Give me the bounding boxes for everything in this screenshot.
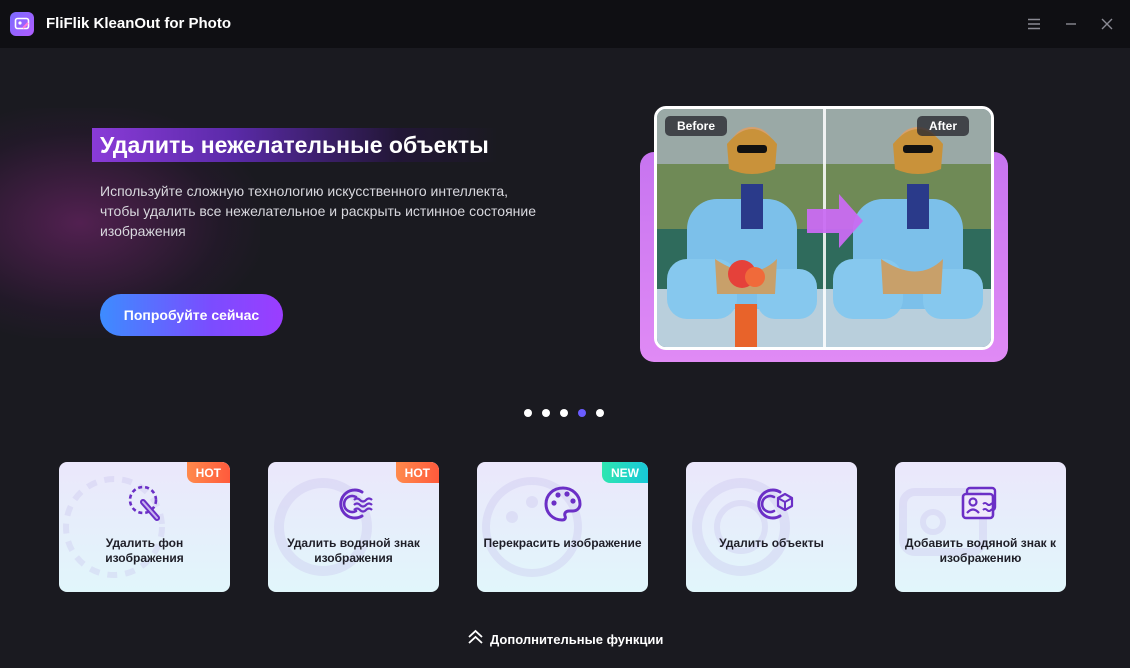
main-area: Удалить нежелательные объекты Используйт… <box>0 48 1130 668</box>
carousel-dot-2[interactable] <box>542 409 550 417</box>
new-badge: NEW <box>602 462 648 483</box>
minimize-icon[interactable] <box>1059 12 1083 36</box>
feature-card-remove-background[interactable]: HOT Удалить фон изображения <box>59 462 230 592</box>
close-icon[interactable] <box>1095 12 1119 36</box>
card-label: Удалить объекты <box>719 536 824 550</box>
try-now-button[interactable]: Попробуйте сейчас <box>100 294 283 336</box>
carousel-dot-3[interactable] <box>560 409 568 417</box>
watermark-wave-icon <box>332 482 376 526</box>
eraser-brush-icon <box>123 482 167 526</box>
after-tag: After <box>917 116 970 136</box>
object-cube-icon <box>750 482 794 526</box>
hero-title-banner: Удалить нежелательные объекты <box>92 128 499 162</box>
app-logo-icon <box>10 12 34 36</box>
more-features-label: Дополнительные функции <box>490 631 664 647</box>
carousel-dot-5[interactable] <box>596 409 604 417</box>
hero-title: Удалить нежелательные объекты <box>100 131 489 158</box>
hot-badge: HOT <box>186 462 230 483</box>
card-label: Добавить водяной знак к изображению <box>905 536 1056 565</box>
app-title: FliFlik KleanOut for Photo <box>46 15 231 32</box>
card-label: Удалить водяной знак изображения <box>287 536 420 565</box>
before-tag: Before <box>665 116 728 136</box>
feature-card-recolor[interactable]: NEW Перекрасить изображение <box>477 462 648 592</box>
palette-icon <box>541 482 585 526</box>
menu-icon[interactable] <box>1022 12 1046 36</box>
more-features-link[interactable]: Дополнительные функции <box>467 629 664 650</box>
hot-badge: HOT <box>395 462 439 483</box>
card-label: Удалить фон изображения <box>105 536 184 565</box>
hero-description: Используйте сложную технологию искусстве… <box>100 183 536 239</box>
carousel-dot-4[interactable] <box>578 409 586 417</box>
carousel-dots <box>524 409 604 417</box>
feature-card-add-watermark[interactable]: Добавить водяной знак к изображению <box>895 462 1066 592</box>
feature-card-remove-objects[interactable]: Удалить объекты <box>686 462 857 592</box>
double-chevron-up-icon <box>467 629 484 650</box>
before-after-image <box>654 106 994 350</box>
carousel-dot-1[interactable] <box>524 409 532 417</box>
feature-card-remove-watermark[interactable]: HOT Удалить водяной знак изображения <box>268 462 439 592</box>
add-watermark-image-icon <box>959 482 1003 526</box>
card-label: Перекрасить изображение <box>483 536 642 550</box>
title-bar: FliFlik KleanOut for Photo <box>0 0 1130 48</box>
